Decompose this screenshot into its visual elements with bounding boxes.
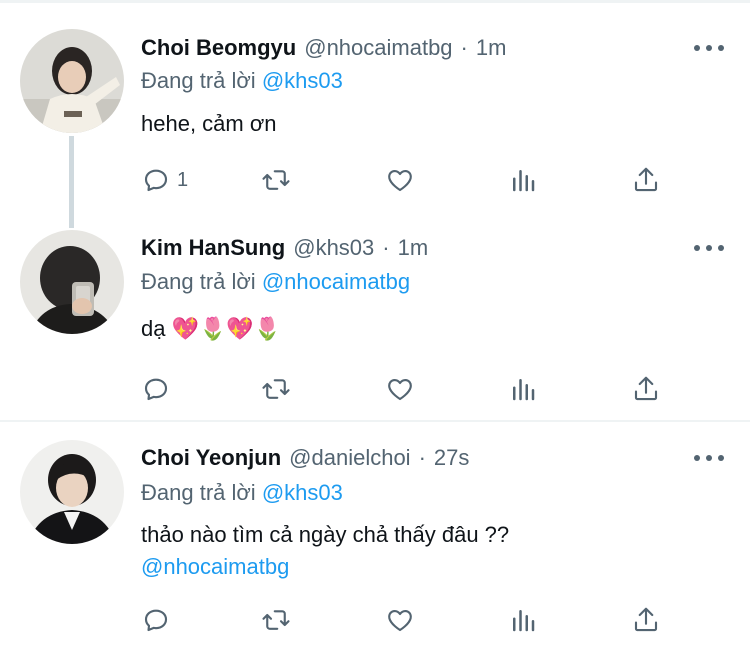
tweet-header: Choi Yeonjun @danielchoi · 27s (141, 443, 469, 473)
like-icon (388, 609, 412, 632)
views-button[interactable] (508, 603, 538, 637)
display-name[interactable]: Kim HanSung (141, 235, 285, 261)
views-icon (513, 170, 535, 192)
views-icon (513, 610, 535, 632)
share-icon (634, 167, 658, 192)
user-handle[interactable]: @danielchoi (289, 445, 410, 471)
retweet-button[interactable] (261, 603, 291, 637)
replying-prefix: Đang trả lời (141, 480, 256, 505)
share-icon (634, 607, 658, 632)
share-button[interactable] (631, 372, 661, 406)
retweet-button[interactable] (261, 372, 291, 406)
share-icon (634, 376, 658, 401)
retweet-button[interactable] (261, 163, 291, 197)
timestamp[interactable]: 1m (476, 35, 507, 61)
replying-to: Đang trả lời @nhocaimatbg (141, 269, 410, 295)
tweet-text: hehe, cảm ơn (141, 108, 277, 140)
tweet-1[interactable]: Choi Beomgyu @nhocaimatbg · 1m Đang trả … (0, 0, 750, 228)
reply-icon (144, 169, 168, 192)
reply-icon (144, 378, 168, 401)
separator-dot: · (382, 235, 390, 260)
reply-button[interactable] (141, 372, 177, 406)
reply-count: 1 (177, 168, 189, 191)
replying-prefix: Đang trả lời (141, 269, 256, 294)
views-icon (513, 379, 535, 401)
replying-prefix: Đang trả lời (141, 68, 256, 93)
tweet-text-content: thảo nào tìm cả ngày chả thấy đâu ?? (141, 522, 510, 547)
more-options-icon[interactable] (694, 42, 724, 54)
tweet-header: Kim HanSung @khs03 · 1m (141, 233, 428, 263)
tweet-3[interactable]: Choi Yeonjun @danielchoi · 27s Đang trả … (0, 422, 750, 650)
like-button[interactable] (385, 163, 415, 197)
user-handle[interactable]: @khs03 (293, 235, 374, 261)
tweet-2[interactable]: Kim HanSung @khs03 · 1m Đang trả lời @nh… (0, 215, 750, 420)
separator-dot: · (418, 445, 426, 470)
avatar[interactable] (20, 440, 124, 544)
like-icon (388, 378, 412, 401)
tweet-text-content: dạ 💖🌷💖🌷 (141, 316, 282, 341)
tweet-text-content: hehe, cảm ơn (141, 111, 277, 136)
display-name[interactable]: Choi Beomgyu (141, 35, 296, 61)
avatar[interactable] (20, 29, 124, 133)
replying-to: Đang trả lời @khs03 (141, 480, 343, 506)
tweet-text: thảo nào tìm cả ngày chả thấy đâu ?? @nh… (141, 519, 509, 583)
display-name[interactable]: Choi Yeonjun (141, 445, 281, 471)
user-handle[interactable]: @nhocaimatbg (304, 35, 452, 61)
retweet-icon (262, 610, 290, 630)
timestamp[interactable]: 27s (434, 445, 469, 471)
like-icon (388, 169, 412, 192)
like-button[interactable] (385, 372, 415, 406)
replying-to: Đang trả lời @khs03 (141, 68, 343, 94)
views-button[interactable] (508, 372, 538, 406)
replying-mention[interactable]: @nhocaimatbg (262, 269, 410, 294)
tweet-actions (141, 372, 681, 406)
separator-dot: · (460, 35, 468, 60)
retweet-icon (262, 379, 290, 399)
replying-mention[interactable]: @khs03 (262, 480, 343, 505)
like-button[interactable] (385, 603, 415, 637)
retweet-icon (262, 170, 290, 190)
views-button[interactable] (508, 163, 538, 197)
more-options-icon[interactable] (694, 242, 724, 254)
reply-button[interactable] (141, 603, 177, 637)
timestamp[interactable]: 1m (398, 235, 429, 261)
tweet-text: dạ 💖🌷💖🌷 (141, 313, 281, 345)
reply-button[interactable]: 1 (141, 163, 188, 197)
share-button[interactable] (631, 163, 661, 197)
tweet-actions (141, 603, 681, 637)
share-button[interactable] (631, 603, 661, 637)
replying-mention[interactable]: @khs03 (262, 68, 343, 93)
avatar[interactable] (20, 230, 124, 334)
more-options-icon[interactable] (694, 452, 724, 464)
tweet-header: Choi Beomgyu @nhocaimatbg · 1m (141, 33, 506, 63)
tweet-text-mention[interactable]: @nhocaimatbg (141, 551, 509, 583)
tweet-actions: 1 (141, 163, 681, 197)
reply-icon (144, 609, 168, 632)
